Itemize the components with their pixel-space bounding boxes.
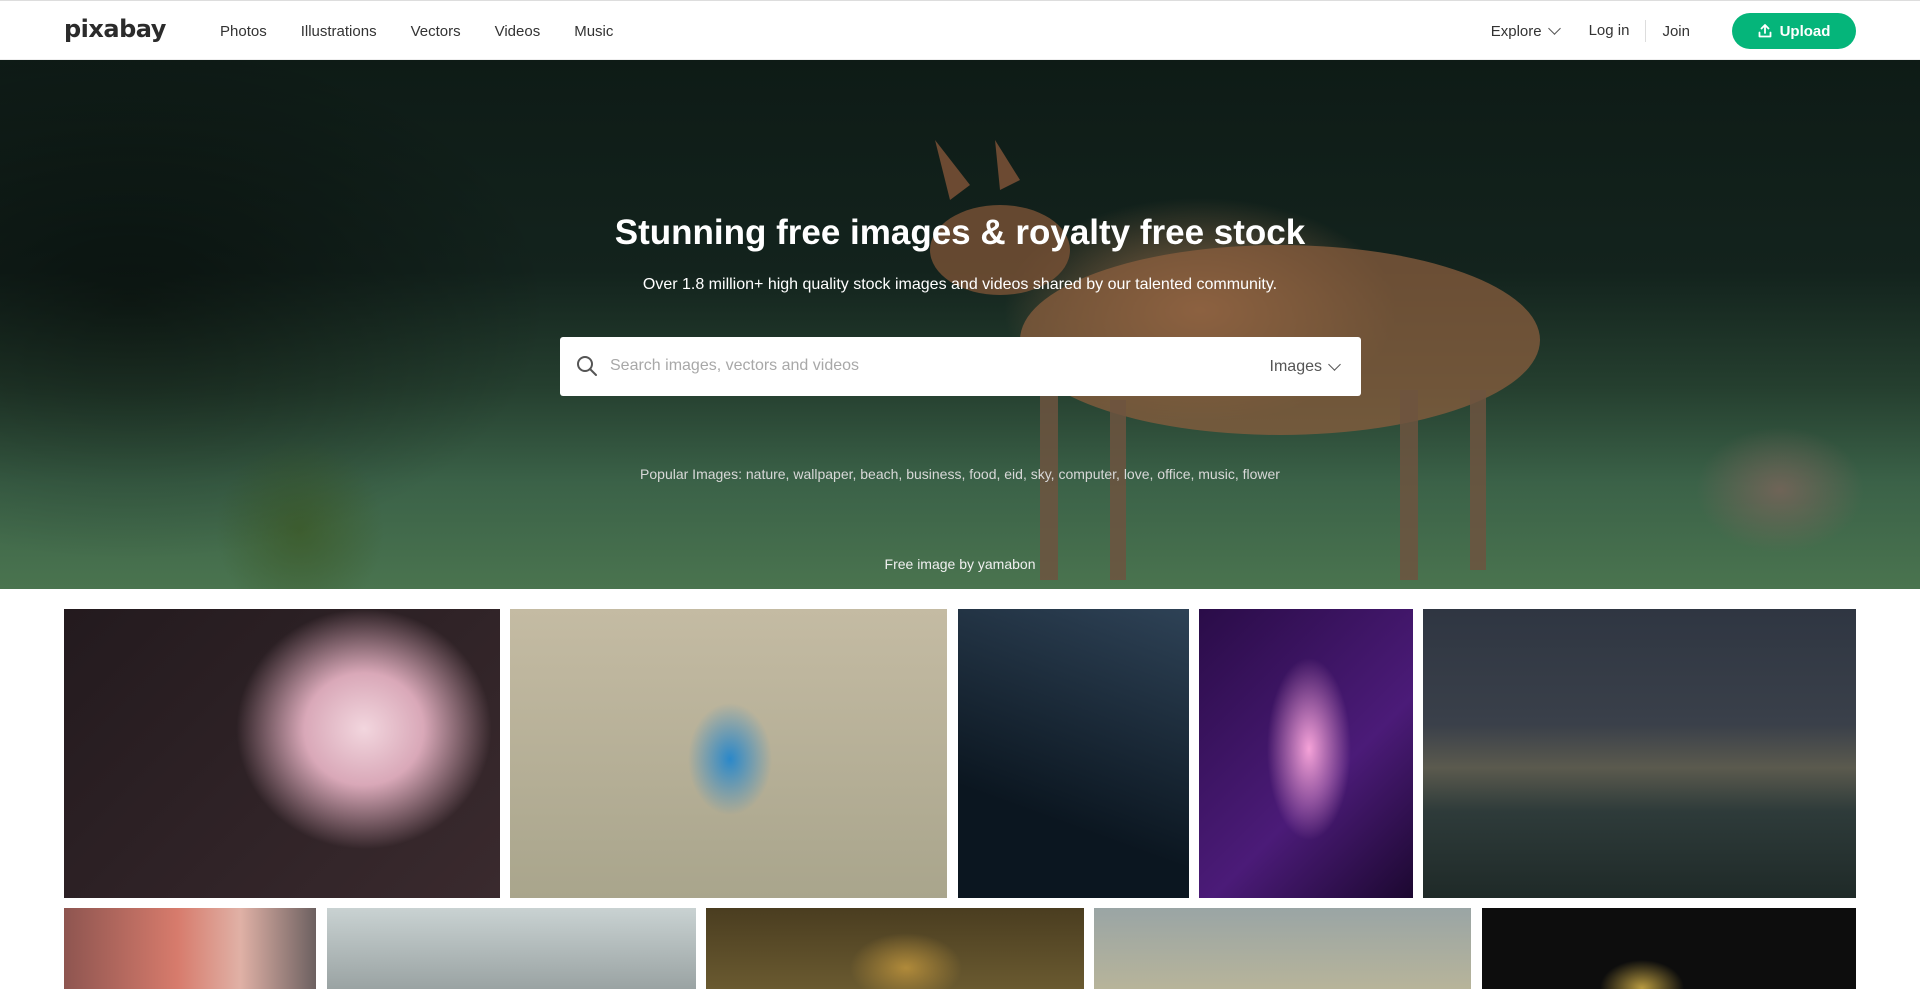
image-tile-lotus[interactable] — [1199, 609, 1413, 898]
image-credit[interactable]: Free image by yamabon — [0, 556, 1920, 572]
search-bar: Images — [560, 337, 1361, 396]
chevron-down-icon — [1328, 357, 1341, 371]
image-tile-cherry-blossom[interactable] — [64, 609, 500, 898]
image-tile-rain-rail[interactable] — [958, 609, 1189, 898]
search-type-select[interactable]: Images — [1269, 337, 1341, 396]
explore-menu[interactable]: Explore — [1490, 22, 1561, 40]
image-tile-kingfisher[interactable] — [510, 609, 947, 898]
join-link[interactable]: Join — [1662, 23, 1690, 40]
image-tile-snail[interactable] — [706, 908, 1084, 989]
user-nav: Explore Log in Join Upload — [1491, 1, 1856, 61]
nav-vectors[interactable]: Vectors — [411, 23, 461, 40]
image-tile-dark[interactable] — [1482, 908, 1856, 989]
nav-music[interactable]: Music — [574, 23, 613, 40]
pixabay-logo[interactable]: pixabay — [64, 15, 166, 43]
nav-illustrations[interactable]: Illustrations — [301, 23, 377, 40]
image-tile-buildings[interactable] — [327, 908, 696, 989]
search-input[interactable] — [610, 345, 1250, 387]
hero-subtitle: Over 1.8 million+ high quality stock ima… — [642, 276, 1278, 293]
login-link[interactable]: Log in — [1589, 20, 1647, 42]
nav-photos[interactable]: Photos — [220, 23, 267, 40]
upload-button[interactable]: Upload — [1732, 13, 1856, 49]
main-nav: Photos Illustrations Vectors Videos Musi… — [220, 1, 613, 61]
nav-videos[interactable]: Videos — [495, 23, 541, 40]
image-tile-bridge[interactable] — [1423, 609, 1856, 898]
popular-searches[interactable]: Popular Images: nature, wallpaper, beach… — [0, 466, 1920, 482]
top-header: pixabay Photos Illustrations Vectors Vid… — [0, 0, 1920, 60]
chevron-down-icon — [1547, 22, 1561, 35]
hero-title: Stunning free images & royalty free stoc… — [614, 213, 1306, 252]
explore-label: Explore — [1490, 22, 1542, 40]
search-icon[interactable] — [576, 355, 598, 377]
hero-banner: Stunning free images & royalty free stoc… — [0, 60, 1920, 589]
upload-label: Upload — [1779, 22, 1831, 40]
image-tile-abstract[interactable] — [64, 908, 316, 989]
image-tile-landscape[interactable] — [1094, 908, 1471, 989]
upload-icon — [1758, 24, 1771, 38]
search-type-label: Images — [1269, 357, 1322, 375]
